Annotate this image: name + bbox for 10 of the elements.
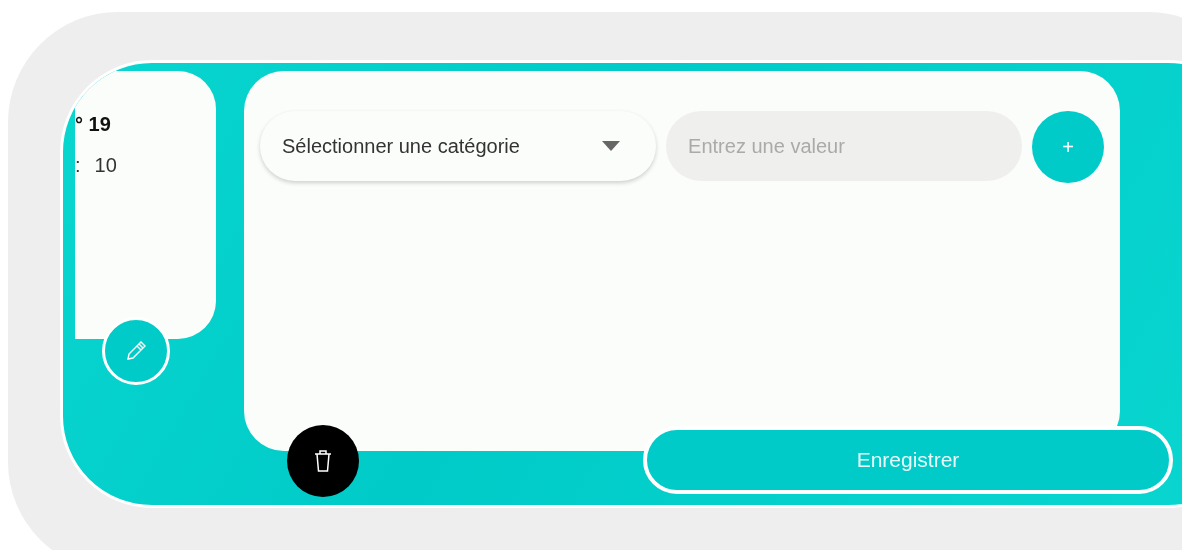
pencil-icon xyxy=(124,339,148,363)
dropdown-icon xyxy=(602,141,621,151)
trash-icon xyxy=(313,449,333,473)
add-button[interactable]: + xyxy=(1032,111,1104,183)
category-select[interactable]: Sélectionner une catégorie xyxy=(260,111,657,181)
field-value: 10 xyxy=(94,154,117,177)
value-input[interactable]: Entrez une valeur xyxy=(666,111,1023,181)
save-button[interactable]: Enregistrer xyxy=(643,426,1173,494)
card-title: ° 19 xyxy=(75,113,112,136)
field-separator: : xyxy=(75,154,81,177)
